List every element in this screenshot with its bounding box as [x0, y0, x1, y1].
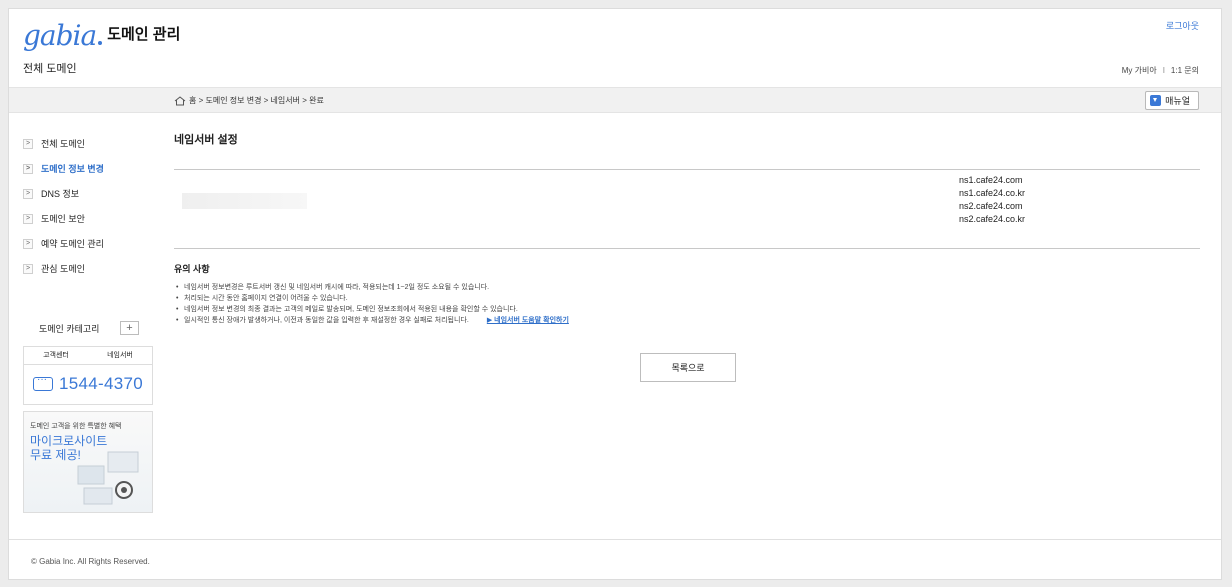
breadcrumb-path: 홈 > 도메인 정보 변경 > 네임서버 > 완료 [189, 96, 324, 105]
footer: © Gabia Inc. All Rights Reserved. [9, 539, 1221, 579]
link-separator: I [1162, 66, 1165, 75]
chevron-right-icon: > [23, 213, 33, 224]
domain-category: 도메인 카테고리 + [23, 317, 153, 339]
divider [174, 248, 1200, 249]
sidebar-item-all-domains[interactable]: > 전체 도메인 [23, 131, 153, 156]
category-label: 도메인 카테고리 [39, 323, 100, 334]
main-content: 네임서버 설정 ns1.cafe24.com ns1.cafe24.co.kr … [174, 131, 1200, 382]
logo[interactable]: gabia 도메인 관리 [23, 19, 180, 52]
home-icon[interactable] [174, 95, 186, 106]
sidebar-item-favorites[interactable]: > 관심 도메인 [23, 256, 153, 281]
chevron-down-icon [1150, 95, 1162, 106]
tab-nameserver[interactable]: 네임서버 [88, 347, 152, 364]
note-text: 네임서버 정보 변경의 최종 결과는 고객의 메일로 발송되며, 도메인 정보조… [184, 306, 518, 313]
sidebar-item-dns[interactable]: > DNS 정보 [23, 181, 153, 206]
sidebar-nav: > 전체 도메인 > 도메인 정보 변경 > DNS 정보 > 도메인 보안 >… [23, 131, 153, 281]
sidebar-item-label: 도메인 정보 변경 [41, 164, 104, 174]
sidebar-item-label: DNS 정보 [41, 189, 80, 199]
nameserver-item: ns1.cafe24.co.kr [959, 188, 1026, 198]
top-links: My 가비아 I 1:1 문의 [1122, 65, 1199, 76]
chevron-right-icon: > [23, 238, 33, 249]
note-text: 일시적인 통신 장애가 발생하거나, 이전과 동일한 값을 입력한 후 재설정한… [184, 317, 469, 324]
note-item: 처리되는 시간 동안 홈페이지 연결이 어려울 수 있습니다. [174, 293, 569, 304]
chevron-right-icon: > [23, 138, 33, 149]
note-text: 처리되는 시간 동안 홈페이지 연결이 어려울 수 있습니다. [184, 295, 348, 302]
sidebar-item-reserved[interactable]: > 예약 도메인 관리 [23, 231, 153, 256]
notes-title: 유의 사항 [174, 264, 210, 274]
sidebar-item-domain-info-change[interactable]: > 도메인 정보 변경 [23, 156, 153, 181]
page-frame: gabia 도메인 관리 로그아웃 전체 도메인 My 가비아 I 1:1 문의 홈… [8, 8, 1222, 580]
nameserver-item: ns2.cafe24.com [959, 201, 1023, 211]
tab-customer-center[interactable]: 고객센터 [24, 347, 88, 364]
chevron-right-icon: > [23, 188, 33, 199]
chevron-right-icon: > [23, 263, 33, 274]
note-item: 네임서버 정보변경은 루트서버 갱신 및 네임서버 캐시에 따라, 적용되는데 … [174, 282, 569, 293]
nameserver-list: ns1.cafe24.com ns1.cafe24.co.kr ns2.cafe… [959, 174, 1025, 226]
chevron-right-icon: > [23, 163, 33, 174]
inquiry-link[interactable]: 1:1 문의 [1171, 66, 1199, 75]
phone-number: 1544-4370 [59, 374, 143, 393]
note-item: 네임서버 정보 변경의 최종 결과는 고객의 메일로 발송되며, 도메인 정보조… [174, 304, 569, 315]
promo-subtext: 도메인 고객을 위한 특별한 혜택 [30, 423, 122, 430]
manual-button[interactable]: 매뉴얼 [1145, 91, 1199, 110]
logout-link[interactable]: 로그아웃 [1166, 19, 1199, 32]
domain-placeholder [182, 193, 307, 209]
page-subtitle: 전체 도메인 [23, 63, 77, 75]
support-box: 고객센터 네임서버 1544-4370 [23, 346, 153, 405]
nameserver-item: ns1.cafe24.com [959, 175, 1023, 185]
app-title: 도메인 관리 [107, 26, 181, 43]
note-item: 일시적인 통신 장애가 발생하거나, 이전과 동일한 값을 입력한 후 재설정한… [174, 315, 569, 326]
support-tabs: 고객센터 네임서버 [24, 347, 152, 365]
notes-list: 네임서버 정보변경은 루트서버 갱신 및 네임서버 캐시에 따라, 적용되는데 … [174, 282, 569, 326]
sidebar-item-label: 예약 도메인 관리 [41, 239, 104, 249]
promo-illustration [77, 451, 139, 505]
back-to-list-button[interactable]: 목록으로 [640, 353, 736, 382]
divider [174, 169, 1200, 170]
breadcrumb: 홈 > 도메인 정보 변경 > 네임서버 > 완료 [174, 95, 324, 106]
sidebar-item-label: 관심 도메인 [41, 264, 85, 274]
sidebar-item-label: 전체 도메인 [41, 139, 85, 149]
manual-label: 매뉴얼 [1165, 96, 1190, 106]
sidebar-item-security[interactable]: > 도메인 보안 [23, 206, 153, 231]
copyright: © Gabia Inc. All Rights Reserved. [31, 557, 150, 566]
sidebar-item-label: 도메인 보안 [41, 214, 85, 224]
header: gabia 도메인 관리 로그아웃 전체 도메인 My 가비아 I 1:1 문의 [9, 9, 1221, 87]
my-gabia-link[interactable]: My 가비아 [1122, 66, 1157, 75]
chat-icon [33, 374, 53, 391]
breadcrumb-bar: 홈 > 도메인 정보 변경 > 네임서버 > 완료 매뉴얼 [9, 87, 1221, 113]
note-text: 네임서버 정보변경은 루트서버 갱신 및 네임서버 캐시에 따라, 적용되는데 … [184, 284, 490, 291]
nameserver-item: ns2.cafe24.co.kr [959, 214, 1026, 224]
logo-mark: gabia [23, 19, 97, 52]
promo-banner[interactable]: 도메인 고객을 위한 특별한 혜택 마이크로사이트 무료 제공! [23, 411, 153, 513]
page-title: 네임서버 설정 [174, 134, 238, 146]
add-category-button[interactable]: + [120, 321, 139, 335]
support-phone: 1544-4370 [24, 365, 152, 403]
logo-dot [98, 41, 103, 45]
nameserver-help-link[interactable]: ▶ 네임서버 도움말 확인하기 [487, 317, 569, 324]
